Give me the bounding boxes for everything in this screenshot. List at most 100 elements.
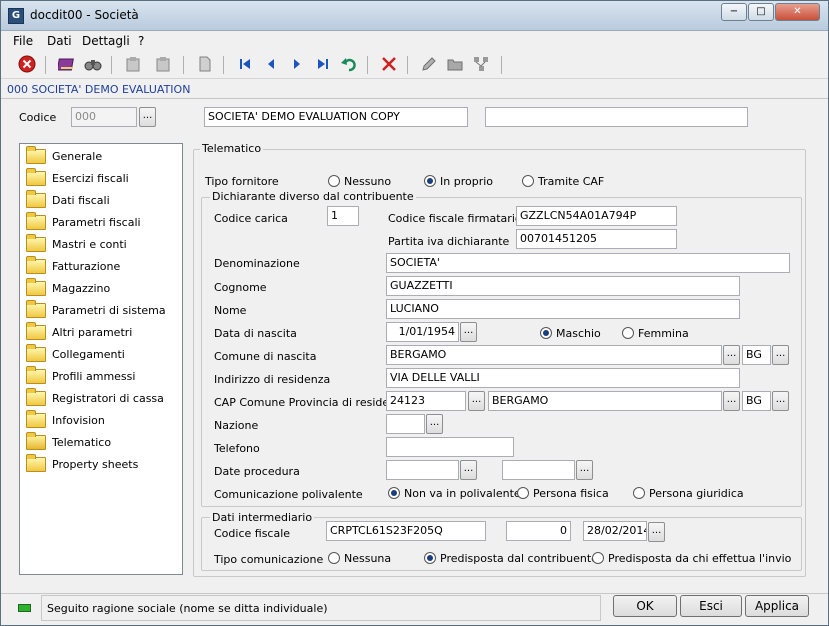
- radio-persona-giuridica-label: Persona giuridica: [649, 487, 744, 500]
- codice-lookup-button[interactable]: ...: [139, 107, 156, 127]
- comune-residenza-field[interactable]: BERGAMO: [488, 391, 722, 411]
- cap-field[interactable]: 24123: [386, 391, 466, 411]
- blank-page-icon[interactable]: [195, 55, 215, 75]
- radio-nessuna[interactable]: [328, 552, 340, 564]
- comune-nascita-field[interactable]: BERGAMO: [386, 345, 722, 365]
- cap-lookup-button[interactable]: ...: [468, 391, 485, 411]
- radio-tramite-caf[interactable]: [522, 175, 534, 187]
- provincia-nascita-field[interactable]: BG: [742, 345, 771, 365]
- last-record-icon[interactable]: [313, 55, 333, 75]
- menu-dettagli[interactable]: Dettagli: [82, 34, 130, 48]
- provincia-nascita-lookup-button[interactable]: ...: [772, 345, 789, 365]
- undo-icon[interactable]: [339, 55, 359, 75]
- previous-record-icon[interactable]: [261, 55, 281, 75]
- radio-maschio[interactable]: [540, 327, 552, 339]
- nav-item-registratori-di-cassa[interactable]: Registratori di cassa: [26, 388, 176, 409]
- nav-item-esercizi-fiscali[interactable]: Esercizi fiscali: [26, 168, 176, 189]
- comune-residenza-lookup-button[interactable]: ...: [723, 391, 740, 411]
- folder-icon: [26, 146, 46, 164]
- copy-doc-icon[interactable]: [123, 55, 143, 75]
- menu-help[interactable]: ?: [138, 34, 144, 48]
- minimize-button[interactable]: −: [721, 3, 747, 21]
- nav-item-fatturazione[interactable]: Fatturazione: [26, 256, 176, 277]
- esci-button[interactable]: Esci: [680, 595, 742, 617]
- folder-icon: [26, 190, 46, 208]
- indirizzo-field[interactable]: VIA DELLE VALLI: [386, 368, 740, 388]
- exit-icon[interactable]: [17, 55, 37, 75]
- next-record-icon[interactable]: [287, 55, 307, 75]
- status-text: Seguito ragione sociale (nome se ditta i…: [41, 595, 601, 621]
- intermediario-cf-field[interactable]: CRPTCL61S23F205Q: [326, 521, 486, 541]
- nav-item-parametri-di-sistema[interactable]: Parametri di sistema: [26, 300, 176, 321]
- data-procedura-1-field[interactable]: [386, 460, 459, 480]
- cognome-field[interactable]: GUAZZETTI: [386, 276, 740, 296]
- nav-item-infovision[interactable]: Infovision: [26, 410, 176, 431]
- ok-button[interactable]: OK: [613, 595, 677, 617]
- codice-carica-field[interactable]: 1: [327, 206, 359, 226]
- delete-icon[interactable]: [379, 55, 399, 75]
- nome-field[interactable]: LUCIANO: [386, 299, 740, 319]
- radio-non-va-in-polivalente[interactable]: [388, 487, 400, 499]
- radio-tramite-caf-label: Tramite CAF: [538, 175, 605, 188]
- radio-nessuno[interactable]: [328, 175, 340, 187]
- data-nascita-picker-button[interactable]: ...: [460, 322, 477, 342]
- data-nascita-field[interactable]: 1/01/1954: [386, 322, 459, 342]
- network-icon[interactable]: [471, 55, 491, 75]
- nazione-lookup-button[interactable]: ...: [426, 414, 443, 434]
- radio-persona-fisica-label: Persona fisica: [533, 487, 609, 500]
- data-procedura-2-field[interactable]: [502, 460, 575, 480]
- book-icon[interactable]: [56, 55, 77, 75]
- applica-button[interactable]: Applica: [745, 595, 809, 617]
- menu-file[interactable]: File: [13, 34, 33, 48]
- comune-nascita-label: Comune di nascita: [214, 350, 317, 363]
- denominazione-field[interactable]: SOCIETA': [386, 253, 790, 273]
- radio-predisposta-dal-contribuente[interactable]: [424, 552, 436, 564]
- intermediario-numero-field[interactable]: 0: [506, 521, 571, 541]
- data-procedura-1-picker-button[interactable]: ...: [460, 460, 477, 480]
- nav-item-profili-ammessi[interactable]: Profili ammessi: [26, 366, 176, 387]
- radio-persona-fisica[interactable]: [517, 487, 529, 499]
- nav-item-mastri-e-conti[interactable]: Mastri e conti: [26, 234, 176, 255]
- comune-nascita-lookup-button[interactable]: ...: [723, 345, 740, 365]
- extra-description-field[interactable]: [485, 107, 748, 127]
- codice-field[interactable]: 000: [71, 107, 137, 127]
- maximize-button[interactable]: □: [748, 3, 774, 21]
- intermediario-data-picker-button[interactable]: ...: [648, 522, 665, 542]
- binoculars-icon[interactable]: [83, 55, 103, 75]
- radio-persona-giuridica[interactable]: [633, 487, 645, 499]
- indirizzo-label: Indirizzo di residenza: [214, 373, 331, 386]
- first-record-icon[interactable]: [235, 55, 255, 75]
- edit-icon[interactable]: [419, 55, 439, 75]
- folder-icon[interactable]: [445, 55, 465, 75]
- intermediario-data-field[interactable]: 28/02/2014: [583, 521, 647, 541]
- provincia-residenza-lookup-button[interactable]: ...: [772, 391, 789, 411]
- nazione-field[interactable]: [386, 414, 425, 434]
- paste-doc-icon[interactable]: [153, 55, 173, 75]
- folder-icon: [26, 234, 46, 252]
- menu-dati[interactable]: Dati: [47, 34, 72, 48]
- nav-item-telematico[interactable]: Telematico: [26, 432, 176, 453]
- provincia-residenza-field[interactable]: BG: [742, 391, 771, 411]
- folder-icon: [26, 322, 46, 340]
- nav-item-magazzino[interactable]: Magazzino: [26, 278, 176, 299]
- cf-firmatario-field[interactable]: GZZLCN54A01A794P: [516, 206, 677, 226]
- open-folder-icon: [26, 432, 46, 450]
- codice-label: Codice: [19, 111, 57, 124]
- telefono-field[interactable]: [386, 437, 514, 457]
- data-nascita-label: Data di nascita: [214, 327, 297, 340]
- folder-icon: [26, 300, 46, 318]
- close-button[interactable]: ✕: [775, 3, 820, 21]
- nav-item-property-sheets[interactable]: Property sheets: [26, 454, 176, 475]
- nav-item-altri-parametri[interactable]: Altri parametri: [26, 322, 176, 343]
- nav-item-dati-fiscali[interactable]: Dati fiscali: [26, 190, 176, 211]
- nav-item-parametri-fiscali[interactable]: Parametri fiscali: [26, 212, 176, 233]
- radio-in-proprio[interactable]: [424, 175, 436, 187]
- data-procedura-2-picker-button[interactable]: ...: [576, 460, 593, 480]
- radio-femmina[interactable]: [622, 327, 634, 339]
- description-field[interactable]: SOCIETA' DEMO EVALUATION COPY: [204, 107, 468, 127]
- nav-item-collegamenti[interactable]: Collegamenti: [26, 344, 176, 365]
- radio-in-proprio-label: In proprio: [440, 175, 493, 188]
- radio-predisposta-da-chi-effettua-invio[interactable]: [592, 552, 604, 564]
- piva-field[interactable]: 00701451205: [516, 229, 677, 249]
- nav-item-generale[interactable]: Generale: [26, 146, 176, 167]
